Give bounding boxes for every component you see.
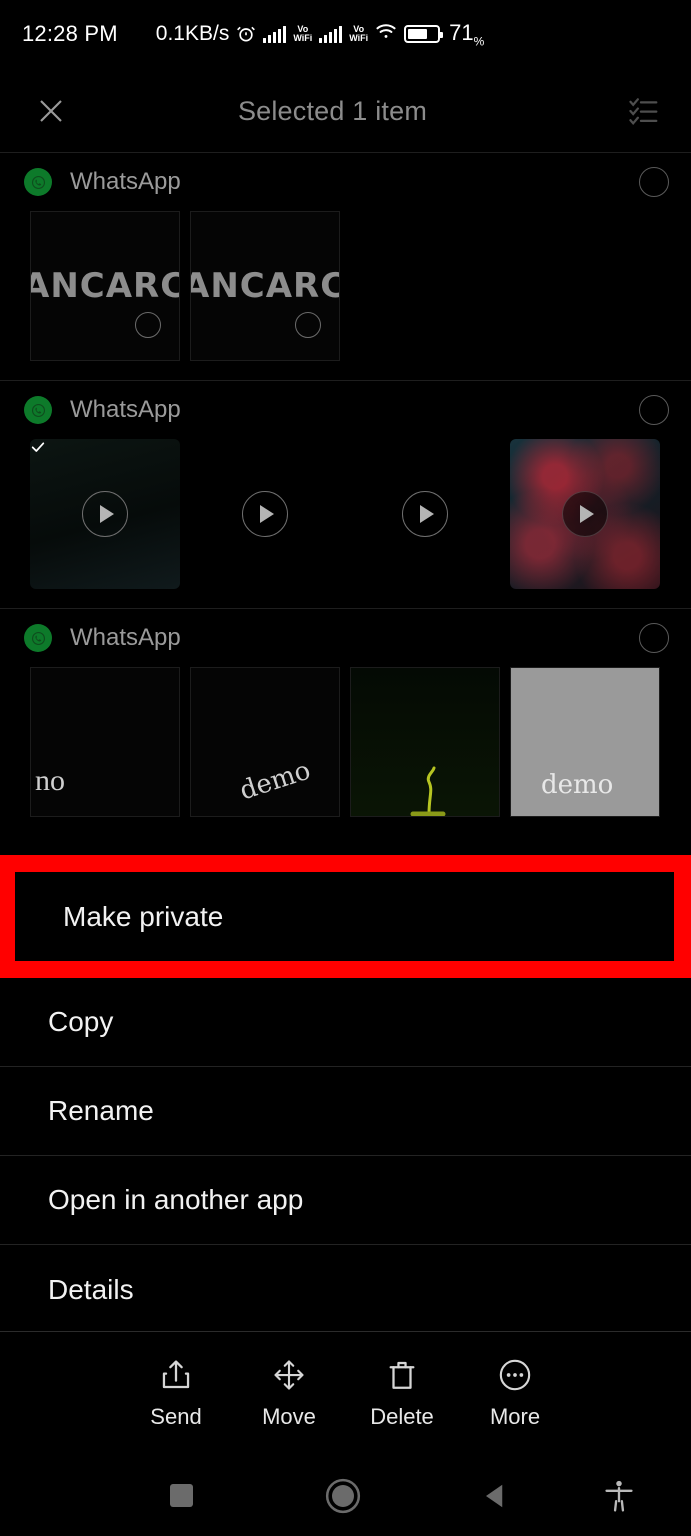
thumbnail-label: ANCARC <box>190 266 340 306</box>
volte-wifi-indicator: Vo WiFi <box>293 23 313 43</box>
group-name-label: WhatsApp <box>70 624 181 651</box>
thumbnail-row: no demo demo <box>0 667 691 817</box>
media-thumbnail[interactable]: ANCARC <box>30 211 180 361</box>
circle-home-icon[interactable] <box>323 1476 363 1516</box>
battery-icon <box>404 24 444 43</box>
status-time: 12:28 PM <box>22 21 118 46</box>
media-group: WhatsApp no demo demo <box>0 609 691 817</box>
network-speed-label: 0.1KB/s <box>155 21 230 45</box>
signal-bars-icon <box>263 25 287 43</box>
signal-bars-icon-2 <box>319 25 343 43</box>
accessibility-person-icon[interactable] <box>603 1479 635 1513</box>
video-thumbnail[interactable] <box>510 439 660 589</box>
media-thumbnail[interactable] <box>350 667 500 817</box>
phone-screen: 12:28 PM 0.1KB/s Vo WiFi Vo WiFi 71% Sel… <box>0 0 691 1536</box>
media-thumbnail[interactable]: demo <box>510 667 660 817</box>
select-all-checklist-icon[interactable] <box>613 80 675 142</box>
play-icon <box>82 491 128 537</box>
trash-icon <box>389 1361 415 1389</box>
video-thumbnail[interactable] <box>30 439 180 589</box>
page-title: Selected 1 item <box>237 95 428 126</box>
move-label: Move <box>262 1403 316 1429</box>
system-nav-bar <box>0 1455 691 1536</box>
media-thumbnail[interactable]: demo <box>190 667 340 817</box>
share-upload-icon <box>162 1359 190 1388</box>
move-button[interactable]: Move <box>233 1358 346 1430</box>
thumbnail-row <box>0 439 691 589</box>
highlighted-menu-item-wrapper: Make private <box>0 855 691 978</box>
group-header[interactable]: WhatsApp <box>0 609 691 667</box>
thumbnail-label: demo <box>236 755 315 807</box>
delete-button[interactable]: Delete <box>346 1358 459 1430</box>
media-group: WhatsApp ANCARC ANCARC <box>0 153 691 361</box>
play-icon <box>402 491 448 537</box>
thumbnail-label: ANCARC <box>30 266 180 306</box>
thumbnail-label: no <box>35 764 65 797</box>
thumbnail-label: demo <box>541 770 614 800</box>
media-thumbnail[interactable]: no <box>30 667 180 817</box>
group-name-label: WhatsApp <box>70 396 181 423</box>
whatsapp-icon <box>24 396 52 424</box>
menu-item-rename[interactable]: Rename <box>0 1067 691 1156</box>
context-menu: Copy Rename Open in another app Details <box>0 978 691 1334</box>
app-bar: Selected 1 item <box>0 80 691 142</box>
thumbnail-row: ANCARC ANCARC <box>0 211 691 361</box>
send-button[interactable]: Send <box>120 1358 233 1430</box>
alarm-clock-icon <box>236 24 256 44</box>
status-bar: 12:28 PM 0.1KB/s Vo WiFi Vo WiFi 71% <box>0 0 691 68</box>
group-header[interactable]: WhatsApp <box>0 153 691 211</box>
volte-wifi-indicator-2: Vo WiFi <box>349 23 369 43</box>
group-checkbox[interactable] <box>639 167 669 197</box>
whatsapp-icon <box>24 624 52 652</box>
triangle-back-icon[interactable] <box>481 1481 511 1511</box>
more-button[interactable]: More <box>459 1358 572 1430</box>
play-icon <box>562 491 608 537</box>
media-thumbnail[interactable]: ANCARC <box>190 211 340 361</box>
menu-item-open-in-another-app[interactable]: Open in another app <box>0 1156 691 1245</box>
media-group-list[interactable]: WhatsApp ANCARC ANCARC WhatsApp WhatsApp… <box>0 152 691 864</box>
play-icon <box>242 491 288 537</box>
group-checkbox[interactable] <box>639 395 669 425</box>
menu-item-details[interactable]: Details <box>0 1245 691 1334</box>
bottom-action-bar: Send Move Delete More <box>0 1331 691 1455</box>
menu-item-copy[interactable]: Copy <box>0 978 691 1067</box>
send-label: Send <box>150 1403 202 1429</box>
item-checkbox[interactable] <box>135 312 161 338</box>
more-label: More <box>489 1403 541 1429</box>
move-arrows-icon <box>274 1359 304 1390</box>
group-checkbox[interactable] <box>639 623 669 653</box>
battery-percent: 71% <box>449 19 485 49</box>
media-group: WhatsApp <box>0 381 691 589</box>
group-header[interactable]: WhatsApp <box>0 381 691 439</box>
group-name-label: WhatsApp <box>70 168 181 195</box>
item-checkbox[interactable] <box>295 312 321 338</box>
delete-label: Delete <box>370 1403 434 1429</box>
square-recents-icon[interactable] <box>170 1484 193 1507</box>
video-thumbnail[interactable] <box>350 439 500 589</box>
whatsapp-icon <box>24 168 52 196</box>
more-ellipsis-icon <box>499 1359 531 1390</box>
wifi-icon <box>375 22 397 45</box>
video-thumbnail[interactable] <box>190 439 340 589</box>
menu-item-make-private[interactable]: Make private <box>15 872 674 961</box>
item-checkbox[interactable] <box>30 442 46 459</box>
